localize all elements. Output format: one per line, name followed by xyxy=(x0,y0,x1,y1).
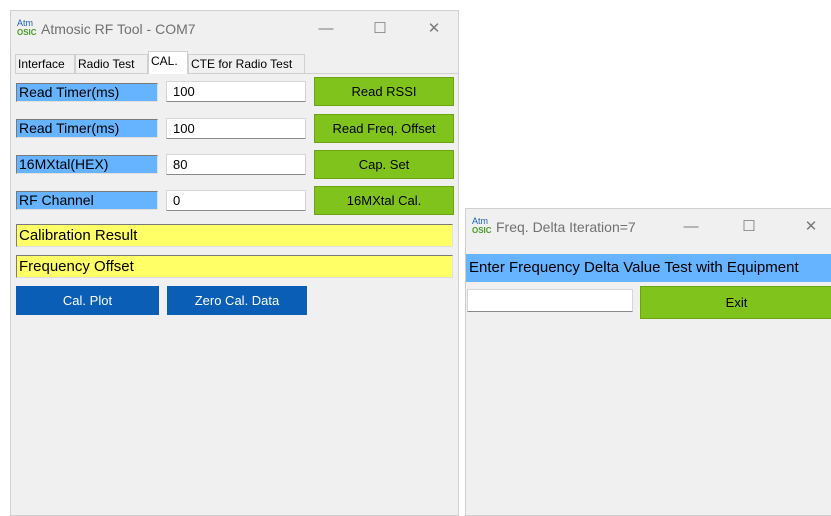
close-button[interactable]: ✕ xyxy=(796,215,826,239)
exit-button[interactable]: Exit xyxy=(640,286,831,319)
atmosic-logo-icon: Atm OSIC xyxy=(472,217,492,237)
read-freq-offset-button[interactable]: Read Freq. Offset xyxy=(314,114,454,143)
maximize-button[interactable]: ☐ xyxy=(734,215,764,239)
close-button[interactable]: ✕ xyxy=(419,17,449,41)
tab-divider xyxy=(15,73,458,74)
frequency-offset-display: Frequency Offset xyxy=(16,255,453,278)
read-timer-label: Read Timer(ms) xyxy=(16,83,158,102)
logo-text-top: Atm xyxy=(472,216,489,226)
xtal-hex-input[interactable]: 80 xyxy=(166,154,306,175)
logo-text-top: Atm xyxy=(17,18,34,28)
read-timer-rssi-input[interactable]: 100 xyxy=(166,81,306,102)
read-timer-offset-input[interactable]: 100 xyxy=(166,118,306,139)
dialog-title-bar[interactable]: Atm OSIC Freq. Delta Iteration=7 — ☐ ✕ xyxy=(466,209,831,245)
zero-cal-data-button[interactable]: Zero Cal. Data xyxy=(167,286,307,315)
logo-text-bottom: OSIC xyxy=(17,28,37,37)
rf-channel-input[interactable]: 0 xyxy=(166,190,306,211)
calibration-result-display: Calibration Result xyxy=(16,224,453,247)
freq-delta-dialog: Atm OSIC Freq. Delta Iteration=7 — ☐ ✕ E… xyxy=(465,208,831,516)
main-title-bar[interactable]: Atm OSIC Atmosic RF Tool - COM7 — ☐ ✕ xyxy=(11,11,458,47)
maximize-button[interactable]: ☐ xyxy=(365,17,395,41)
xtal-cal-button[interactable]: 16MXtal Cal. xyxy=(314,186,454,215)
minimize-button[interactable]: — xyxy=(311,17,341,41)
dialog-title: Freq. Delta Iteration=7 xyxy=(496,219,636,235)
cap-set-button[interactable]: Cap. Set xyxy=(314,150,454,179)
tab-interface[interactable]: Interface xyxy=(15,54,75,73)
tab-radio-test[interactable]: Radio Test xyxy=(75,54,148,73)
tab-cte-radio-test[interactable]: CTE for Radio Test xyxy=(188,54,305,73)
main-window: Atm OSIC Atmosic RF Tool - COM7 — ☐ ✕ In… xyxy=(10,10,459,516)
window-title: Atmosic RF Tool - COM7 xyxy=(41,21,196,37)
minimize-button[interactable]: — xyxy=(676,215,706,239)
rf-channel-label: RF Channel xyxy=(16,191,158,210)
atmosic-logo-icon: Atm OSIC xyxy=(17,19,37,39)
freq-delta-input[interactable] xyxy=(467,289,633,312)
tab-cal[interactable]: CAL. xyxy=(148,51,188,74)
read-rssi-button[interactable]: Read RSSI xyxy=(314,77,454,106)
logo-text-bottom: OSIC xyxy=(472,226,492,235)
xtal-hex-label: 16MXtal(HEX) xyxy=(16,155,158,174)
dialog-prompt: Enter Frequency Delta Value Test with Eq… xyxy=(466,254,831,282)
read-timer-label: Read Timer(ms) xyxy=(16,119,158,138)
cal-plot-button[interactable]: Cal. Plot xyxy=(16,286,159,315)
